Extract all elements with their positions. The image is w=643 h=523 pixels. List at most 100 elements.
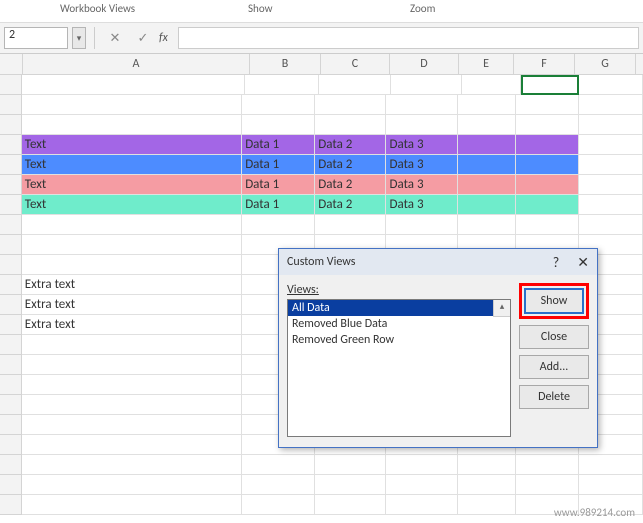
cell[interactable] <box>22 75 245 95</box>
cell[interactable] <box>245 75 319 95</box>
cell[interactable] <box>386 115 457 135</box>
cell[interactable] <box>242 475 315 495</box>
cell[interactable] <box>386 95 457 115</box>
cell[interactable] <box>516 215 580 235</box>
formula-input[interactable] <box>178 27 639 49</box>
cell[interactable] <box>22 495 242 515</box>
cell[interactable] <box>516 115 580 135</box>
cell[interactable] <box>458 215 516 235</box>
row-header[interactable] <box>0 275 22 295</box>
cell[interactable] <box>579 175 643 195</box>
row-header[interactable] <box>0 435 22 455</box>
cell[interactable]: Text <box>22 195 242 215</box>
cell[interactable] <box>516 195 580 215</box>
cell[interactable] <box>516 95 580 115</box>
cell[interactable]: Data 1 <box>242 155 315 175</box>
enter-icon[interactable]: ✓ <box>131 28 155 48</box>
cell[interactable]: Data 1 <box>242 175 315 195</box>
cell[interactable]: Data 3 <box>386 175 457 195</box>
cell[interactable] <box>579 455 643 475</box>
row-header[interactable] <box>0 215 22 235</box>
cell[interactable] <box>319 75 391 95</box>
cell[interactable] <box>22 375 242 395</box>
cell[interactable]: Data 2 <box>315 195 386 215</box>
cell[interactable]: Data 3 <box>386 155 457 175</box>
cell[interactable] <box>458 195 516 215</box>
cell[interactable] <box>22 455 242 475</box>
cell[interactable] <box>579 475 643 495</box>
cell[interactable] <box>391 75 463 95</box>
cell[interactable] <box>458 175 516 195</box>
cell[interactable] <box>458 135 516 155</box>
cell[interactable] <box>315 455 386 475</box>
row-header[interactable] <box>0 415 22 435</box>
cell[interactable] <box>386 495 457 515</box>
col-header-a[interactable]: A <box>23 54 250 74</box>
cell[interactable] <box>516 455 580 475</box>
row-header[interactable] <box>0 475 22 495</box>
cell[interactable] <box>516 155 580 175</box>
cell[interactable] <box>386 455 457 475</box>
list-item[interactable]: Removed Green Row <box>288 332 510 348</box>
cell[interactable] <box>579 95 643 115</box>
cell[interactable] <box>242 115 315 135</box>
cell[interactable] <box>22 415 242 435</box>
cell[interactable] <box>458 475 516 495</box>
select-all-triangle[interactable] <box>0 54 23 74</box>
cell[interactable] <box>458 95 516 115</box>
cell[interactable] <box>22 355 242 375</box>
delete-button[interactable]: Delete <box>519 385 589 409</box>
col-header-d[interactable]: D <box>390 54 459 74</box>
name-box-dropdown[interactable]: ▾ <box>72 27 86 49</box>
cell[interactable]: Data 1 <box>242 135 315 155</box>
cell[interactable] <box>458 115 516 135</box>
cell[interactable] <box>242 455 315 475</box>
cell[interactable]: Data 3 <box>386 195 457 215</box>
cell[interactable] <box>386 215 457 235</box>
cell[interactable] <box>579 135 643 155</box>
add-button[interactable]: Add... <box>519 355 589 379</box>
row-header[interactable] <box>0 355 22 375</box>
cell[interactable]: Data 2 <box>315 175 386 195</box>
name-box[interactable]: 2 <box>4 27 68 49</box>
row-header[interactable] <box>0 315 22 335</box>
col-header-b[interactable]: B <box>250 54 321 74</box>
cell[interactable] <box>315 95 386 115</box>
row-header[interactable] <box>0 495 22 515</box>
cell[interactable] <box>22 475 242 495</box>
dialog-titlebar[interactable]: Custom Views ? ✕ <box>279 249 597 275</box>
cell[interactable]: Extra text <box>22 275 242 295</box>
fx-label[interactable]: fx <box>159 31 168 45</box>
row-header[interactable] <box>0 255 22 275</box>
cell[interactable] <box>242 95 315 115</box>
cell[interactable] <box>462 75 521 95</box>
cell[interactable]: Data 2 <box>315 135 386 155</box>
cancel-icon[interactable]: ✕ <box>103 28 127 48</box>
cell[interactable] <box>579 215 643 235</box>
row-header[interactable] <box>0 115 22 135</box>
cell[interactable] <box>242 495 315 515</box>
row-header[interactable] <box>0 335 22 355</box>
row-header[interactable] <box>0 135 22 155</box>
cell[interactable] <box>22 115 242 135</box>
col-header-g[interactable]: G <box>575 54 636 74</box>
scroll-up-icon[interactable]: ▴ <box>493 300 510 317</box>
show-button[interactable]: Show <box>524 288 584 314</box>
cell[interactable] <box>22 95 242 115</box>
selected-cell[interactable] <box>521 75 579 95</box>
cell[interactable] <box>22 215 242 235</box>
cell[interactable] <box>22 435 242 455</box>
close-button[interactable]: Close <box>519 325 589 349</box>
row-header[interactable] <box>0 75 22 95</box>
cell[interactable]: Data 2 <box>315 155 386 175</box>
cell[interactable] <box>315 215 386 235</box>
cell[interactable] <box>458 495 516 515</box>
cell[interactable] <box>386 475 457 495</box>
row-header[interactable] <box>0 235 22 255</box>
cell[interactable] <box>579 155 643 175</box>
row-header[interactable] <box>0 195 22 215</box>
cell[interactable] <box>242 215 315 235</box>
row-header[interactable] <box>0 395 22 415</box>
cell[interactable]: Text <box>22 135 242 155</box>
dialog-help-button[interactable]: ? <box>553 254 560 271</box>
